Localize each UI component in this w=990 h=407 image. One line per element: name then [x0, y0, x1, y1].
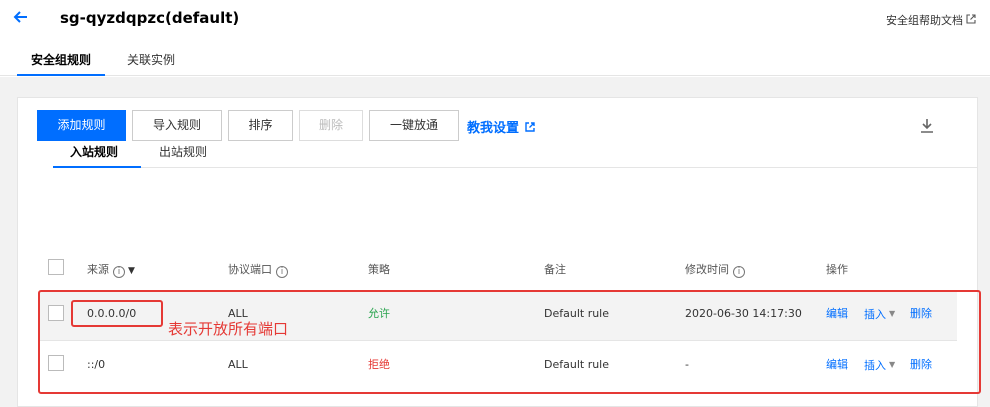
teach-setup-label: 教我设置 — [467, 121, 520, 136]
insert-label: 插入 — [864, 308, 886, 321]
row-checkbox[interactable] — [48, 355, 64, 371]
tab-inbound-label: 入站规则 — [70, 145, 119, 159]
download-icon[interactable] — [920, 118, 934, 134]
row-divider — [40, 340, 957, 341]
annotation-text: 表示开放所有端口 — [168, 320, 289, 338]
row-modified: - — [685, 358, 689, 371]
row-policy: 拒绝 — [368, 358, 390, 371]
external-link-icon — [966, 14, 976, 27]
row-modified: 2020-06-30 14:17:30 — [685, 307, 802, 320]
row-remark: Default rule — [544, 307, 610, 320]
edit-link[interactable]: 编辑 — [826, 358, 848, 372]
insert-link[interactable]: 插入 ▼ — [864, 358, 895, 373]
tab-associated-instances[interactable]: 关联实例 — [113, 47, 189, 76]
back-arrow-icon[interactable] — [12, 8, 34, 30]
filter-icon[interactable]: ▼ — [128, 266, 135, 276]
edit-link[interactable]: 编辑 — [826, 307, 848, 321]
help-doc-label: 安全组帮助文档 — [886, 14, 963, 27]
sort-button[interactable]: 排序 — [228, 110, 293, 141]
caret-down-icon: ▼ — [889, 309, 896, 318]
column-port-label: 协议端口 — [228, 263, 272, 276]
column-remark: 备注 — [544, 263, 566, 276]
column-source-label: 来源 — [87, 263, 109, 276]
tab-outbound[interactable]: 出站规则 — [159, 144, 207, 160]
insert-link[interactable]: 插入 ▼ — [864, 307, 895, 322]
info-icon[interactable]: i — [733, 266, 745, 278]
column-modified-label: 修改时间 — [685, 263, 729, 276]
column-source: 来源 i ▼ — [87, 261, 135, 278]
row-port: ALL — [228, 358, 248, 371]
header-tabs: 安全组规则 关联实例 — [17, 47, 189, 76]
column-actions: 操作 — [826, 263, 848, 276]
select-all-checkbox[interactable] — [48, 259, 64, 275]
row-policy: 允许 — [368, 307, 390, 320]
import-rule-button[interactable]: 导入规则 — [132, 110, 222, 141]
row-checkbox[interactable] — [48, 305, 64, 321]
insert-label: 插入 — [864, 359, 886, 372]
external-link-icon — [521, 122, 535, 135]
caret-down-icon: ▼ — [889, 360, 896, 369]
delete-link[interactable]: 删除 — [910, 307, 932, 321]
tab-inbound[interactable]: 入站规则 — [53, 144, 141, 168]
teach-setup-link[interactable]: 教我设置 — [467, 117, 535, 136]
column-modified: 修改时间 i — [685, 261, 745, 278]
info-icon[interactable]: i — [113, 266, 125, 278]
delete-button[interactable]: 删除 — [299, 110, 363, 141]
info-icon[interactable]: i — [276, 266, 288, 278]
column-port: 协议端口 i — [228, 261, 288, 278]
allow-all-button[interactable]: 一键放通 — [369, 110, 459, 141]
add-rule-button[interactable]: 添加规则 — [37, 110, 126, 141]
help-doc-link[interactable]: 安全组帮助文档 — [886, 12, 976, 28]
row-remark: Default rule — [544, 358, 610, 371]
page-title: sg-qyzdqpzc(default) — [60, 9, 240, 27]
column-policy: 策略 — [368, 263, 390, 276]
row-source: 0.0.0.0/0 — [87, 307, 137, 320]
row-source: ::/0 — [87, 358, 106, 371]
tab-security-rules[interactable]: 安全组规则 — [17, 47, 106, 76]
delete-link[interactable]: 删除 — [910, 358, 932, 372]
page-header: sg-qyzdqpzc(default) 安全组帮助文档 安全组规则 关联实例 — [0, 0, 990, 76]
